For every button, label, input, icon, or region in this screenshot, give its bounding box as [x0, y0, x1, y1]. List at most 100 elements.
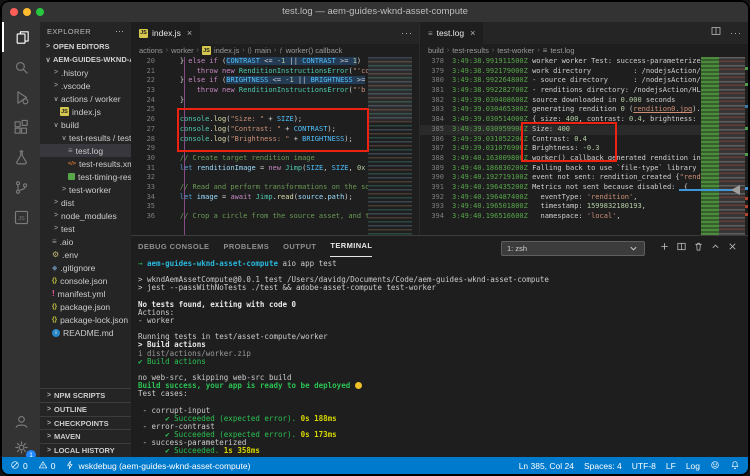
terminal-shell-select[interactable]: 1: zsh — [501, 241, 645, 256]
explorer-more-actions-icon[interactable]: ··· — [115, 26, 124, 36]
editor-more-actions-icon[interactable]: ··· — [730, 28, 742, 38]
close-tab-icon[interactable]: × — [187, 28, 192, 38]
terminal-line: - worker — [138, 317, 744, 325]
tree-item-label: test — [61, 224, 75, 234]
run-debug-icon[interactable] — [2, 82, 40, 112]
tree-item-test-log[interactable]: ≡test.log — [40, 144, 131, 157]
line-text: let image = await Jimp.read(source.path)… — [163, 193, 353, 203]
tree-item-label: .env — [62, 250, 78, 260]
status-item-0[interactable]: 0 — [38, 460, 56, 472]
breadcrumb-item[interactable]: test-results — [452, 46, 489, 55]
sidebar-explorer: EXPLORER ··· >OPEN EDITORS∨AEM-GUIDES-WK… — [40, 22, 131, 457]
breadcrumb-item[interactable]: worker() callback — [286, 46, 343, 55]
timestamp: 3:49:38.992179000Z — [452, 67, 532, 75]
tree-item-console-json[interactable]: {}console.json — [40, 274, 131, 287]
tree-item-test-results-xml[interactable]: </>test-results.xml — [40, 157, 131, 170]
sidebar-section-npm-scripts[interactable]: >NPM SCRIPTS — [40, 388, 131, 402]
status-item-lf[interactable]: LF — [666, 461, 676, 471]
js-extension-icon[interactable]: JS — [2, 202, 40, 232]
text-segment: 'rendition' — [587, 193, 633, 201]
status-item-0[interactable]: 0 — [10, 460, 28, 472]
tree-item-test-timing-results-[interactable]: test-timing-results... — [40, 170, 131, 183]
text-segment: event not sent: rendition_created { — [532, 173, 680, 181]
close-panel-icon[interactable] — [727, 239, 738, 257]
terminal-output[interactable]: → aem-guides-wknd-asset-compute aio app … — [138, 260, 744, 455]
sidebar-section-outline[interactable]: >OUTLINE — [40, 402, 131, 416]
status-item-spaces-4[interactable]: Spaces: 4 — [584, 461, 622, 471]
breadcrumb-item[interactable]: actions — [139, 46, 163, 55]
tree-item-actions-worker[interactable]: ∨actions / worker — [40, 92, 131, 105]
test-flask-icon[interactable] — [2, 142, 40, 172]
panel-tab-problems[interactable]: PROBLEMS — [223, 236, 269, 256]
editor-more-actions-icon[interactable]: ··· — [401, 28, 413, 38]
tree-item-test-worker[interactable]: >test-worker — [40, 183, 131, 196]
tree-item-build[interactable]: ∨build — [40, 118, 131, 131]
text-segment: -1 — [277, 57, 285, 65]
tree-item-package-json[interactable]: {}package.json — [40, 300, 131, 313]
text-segment: image — [197, 193, 218, 201]
status-item-log[interactable]: Log — [686, 461, 700, 471]
breadcrumb-item[interactable]: test-worker — [497, 46, 534, 55]
tree-item-package-lock-json[interactable]: {}package-lock.json — [40, 313, 131, 326]
log-viewer-test-log[interactable]: 3783:49:38.991911500Z worker worker Test… — [420, 57, 748, 235]
tree-item-test-results-test-w-[interactable]: ∨test-results / test-w... — [40, 131, 131, 144]
status-item-bell[interactable] — [730, 460, 740, 472]
breadcrumb-item[interactable]: index.js — [214, 46, 239, 55]
split-terminal-icon[interactable] — [676, 239, 687, 257]
kill-terminal-icon[interactable] — [693, 239, 704, 257]
extensions-icon[interactable] — [2, 112, 40, 142]
sidebar-section-checkpoints[interactable]: >CHECKPOINTS — [40, 416, 131, 430]
line-text: 3:49:40.196435200Z Metrics not sent beca… — [452, 183, 688, 193]
close-tab-icon[interactable]: × — [470, 28, 475, 38]
explorer-icon[interactable] — [2, 22, 40, 52]
tree-item--history[interactable]: >.history — [40, 66, 131, 79]
tree-item-index-js[interactable]: JSindex.js — [40, 105, 131, 118]
line-text: } else if (BRIGHTNESS <= -1 || BRIGHTNES… — [163, 76, 365, 86]
text-segment: source — [298, 193, 323, 201]
workspace-root[interactable]: ∨AEM-GUIDES-WKND-ASS... — [40, 53, 131, 66]
tree-item-dist[interactable]: >dist — [40, 196, 131, 209]
panel-tab-debug-console[interactable]: DEBUG CONSOLE — [138, 236, 209, 256]
sidebar-section-local-history[interactable]: >LOCAL HISTORY — [40, 443, 131, 457]
source-control-icon[interactable] — [2, 172, 40, 202]
new-terminal-icon[interactable] — [659, 239, 670, 257]
sidebar-section-maven[interactable]: >MAVEN — [40, 429, 131, 443]
split-editor-icon[interactable] — [710, 24, 722, 42]
status-item-wskdebug-aem-guides-wknd-asset-compute-[interactable]: wskdebug (aem-guides-wknd-asset-compute) — [65, 460, 250, 472]
excl-file-icon: ! — [52, 289, 55, 298]
tab-index-js[interactable]: JS index.js × — [131, 22, 200, 44]
status-item-feedback[interactable] — [710, 460, 720, 472]
status-item-utf-8[interactable]: UTF-8 — [632, 461, 656, 471]
panel-tab-terminal[interactable]: TERMINAL — [330, 236, 372, 257]
status-item-ln-385[interactable]: Ln 385, Col 24 — [519, 461, 574, 471]
text-segment: new — [268, 164, 281, 172]
maximize-panel-icon[interactable] — [710, 239, 721, 257]
breadcrumb-item[interactable]: main — [255, 46, 271, 55]
tree-item-label: node_modules — [61, 211, 117, 221]
tree-item--gitignore[interactable]: ◆.gitignore — [40, 261, 131, 274]
minimap-slider[interactable] — [368, 59, 412, 121]
breadcrumb-item[interactable]: test.log — [550, 46, 574, 55]
log-line: 3913:49:40.196435200Z Metrics not sent b… — [420, 183, 748, 193]
section-label: LOCAL HISTORY — [54, 446, 115, 455]
panel-tab-output[interactable]: OUTPUT — [283, 236, 316, 256]
braces-file-icon: {} — [52, 303, 57, 310]
window-title: test.log — aem-guides-wknd-asset-compute — [2, 6, 748, 17]
tree-item-readme-md[interactable]: iREADME.md — [40, 326, 131, 339]
open-editors-header[interactable]: >OPEN EDITORS — [40, 40, 131, 53]
breadcrumb-item[interactable]: worker — [171, 46, 194, 55]
breadcrumb-item[interactable]: build — [428, 46, 444, 55]
tab-test-log[interactable]: ≡ test.log × — [420, 22, 483, 44]
tree-item-node-modules[interactable]: >node_modules — [40, 209, 131, 222]
text-segment: read — [277, 193, 294, 201]
search-icon[interactable] — [2, 52, 40, 82]
tree-item-test[interactable]: >test — [40, 222, 131, 235]
tree-item--vscode[interactable]: >.vscode — [40, 79, 131, 92]
minimap-right[interactable] — [719, 57, 745, 235]
tree-item-manifest-yml[interactable]: !manifest.yml — [40, 287, 131, 300]
tree-item--env[interactable]: ⚙.env — [40, 248, 131, 261]
terminal-line: Test cases: — [138, 390, 744, 398]
tree-item--aio[interactable]: ≡.aio — [40, 235, 131, 248]
code-editor-index-js[interactable]: 20 } else if (CONTRAST <= -1 || CONTRAST… — [131, 57, 419, 235]
ruler-mark — [745, 153, 748, 156]
